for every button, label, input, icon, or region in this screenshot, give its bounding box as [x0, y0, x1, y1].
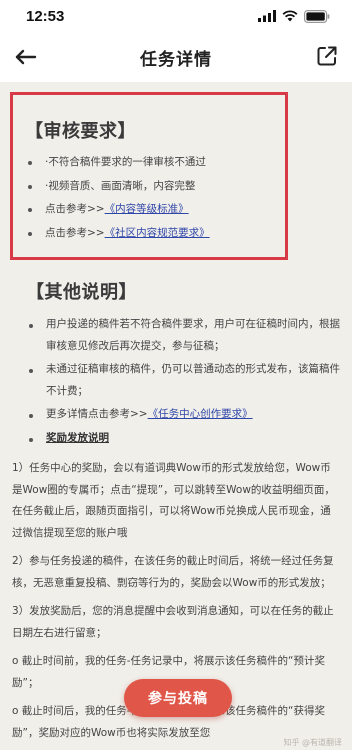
list-item-text: ·不符合稿件要求的一律审核不通过: [45, 156, 206, 168]
list-item-prefix: 点击参考>>: [45, 203, 105, 215]
other-list: 用户投递的稿件若不符合稿件要求，用户可在征稿时间内，根据审核意见修改后再次提交，…: [26, 314, 340, 449]
signal-icon: [258, 10, 276, 22]
bullet-dot-icon: [28, 184, 32, 189]
list-item-text: 用户投递的稿件若不符合稿件要求，用户可在征稿时间内，根据审核意见修改后再次提交，…: [46, 318, 340, 352]
list-item: 点击参考>>《社区内容规范要求》: [25, 222, 285, 246]
submit-entry-button[interactable]: 参与投稿: [124, 679, 232, 717]
status-icons: [258, 9, 330, 23]
bullet-dot-icon: [29, 324, 33, 328]
review-requirements-box: 【审核要求】 ·不符合稿件要求的一律审核不通过 ·视频音质、画面清晰，内容完整 …: [10, 92, 288, 260]
page-title: 任务详情: [140, 49, 212, 70]
task-detail-content[interactable]: 【审核要求】 ·不符合稿件要求的一律审核不通过 ·视频音质、画面清晰，内容完整 …: [0, 82, 352, 750]
list-item-prefix: 更多详情点击参考>>: [46, 408, 148, 420]
list-item-text: 未通过征稿审核的稿件，仍可以普通动态的形式发布，该篇稿件不计费；: [46, 363, 340, 397]
reward-distribution-heading: 奖励发放说明: [46, 431, 109, 444]
other-notes-section: 【其他说明】 用户投递的稿件若不符合稿件要求，用户可在征稿时间内，根据审核意见修…: [26, 278, 340, 451]
list-item: 更多详情点击参考>>《任务中心创作要求》: [26, 404, 340, 426]
list-item: ·视频音质、画面清晰，内容完整: [25, 175, 285, 199]
list-item: 未通过征稿审核的稿件，仍可以普通动态的形式发布，该篇稿件不计费；: [26, 359, 340, 402]
nav-bar: 任务详情: [0, 32, 352, 82]
list-item: 点击参考>>《内容等级标准》: [25, 198, 285, 222]
review-list: ·不符合稿件要求的一律审核不通过 ·视频音质、画面清晰，内容完整 点击参考>>《…: [25, 151, 285, 245]
bullet-dot-icon: [28, 161, 32, 165]
wifi-icon: [282, 10, 298, 22]
bullet-dot-icon: [29, 437, 33, 442]
task-center-requirements-link[interactable]: 《任务中心创作要求》: [148, 408, 253, 420]
bullet-dot-icon: [28, 231, 32, 236]
content-level-standard-link[interactable]: 《内容等级标准》: [105, 203, 189, 215]
review-heading: 【审核要求】: [25, 121, 136, 142]
bullet-dot-icon: [29, 369, 33, 373]
reward-paragraph: 2）参与任务投递的稿件，在该任务的截止时间后，将统一经过任务复核，无恶意重复投稿…: [12, 555, 334, 589]
status-bar: 12:53: [0, 0, 352, 32]
list-item: 用户投递的稿件若不符合稿件要求，用户可在征稿时间内，根据审核意见修改后再次提交，…: [26, 314, 340, 357]
community-guidelines-link[interactable]: 《社区内容规范要求》: [105, 227, 210, 239]
reward-paragraph: 1）任务中心的奖励，会以有道词典Wow币的形式发放给您，Wow币是Wow圈的专属…: [12, 462, 335, 539]
watermark: 知乎 @有道翻译: [283, 738, 342, 747]
list-item-prefix: 点击参考>>: [45, 226, 105, 239]
bullet-dot-icon: [28, 208, 32, 212]
list-item: ·不符合稿件要求的一律审核不通过: [25, 151, 285, 175]
list-item: 奖励发放说明: [26, 428, 340, 450]
list-item-text: ·视频音质、画面清晰，内容完整: [45, 179, 196, 192]
share-icon[interactable]: [316, 45, 338, 67]
reward-paragraph: 3）发放奖励后，您的消息提醒中会收到消息通知，可以在任务的截止日期左右进行留意；: [12, 605, 334, 639]
battery-icon: [304, 9, 330, 23]
bullet-dot-icon: [29, 414, 33, 418]
status-time: 12:53: [26, 7, 65, 25]
other-heading: 【其他说明】: [26, 282, 137, 303]
arrow-left-icon[interactable]: [14, 46, 38, 68]
